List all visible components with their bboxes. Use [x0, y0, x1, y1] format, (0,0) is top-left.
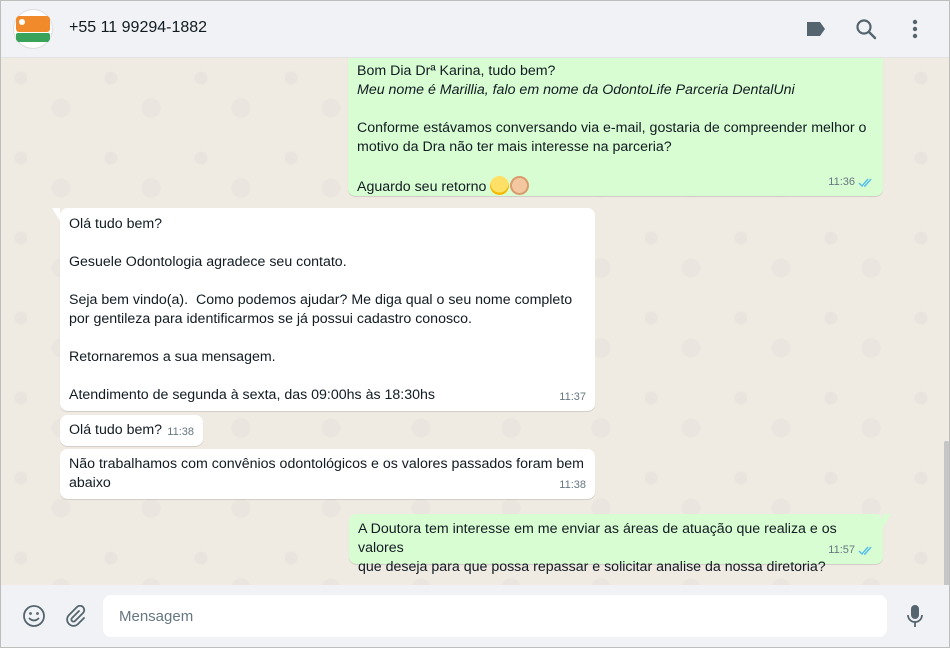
double-check-icon — [858, 178, 872, 188]
message-meta: 11:38 — [167, 423, 194, 442]
message-incoming[interactable]: Olá tudo bem? 11:38 — [60, 415, 203, 446]
attach-icon[interactable] — [61, 602, 89, 630]
message-outgoing[interactable]: Bom Dia Drª Karina, tudo bem? Meu nome é… — [348, 58, 883, 196]
message-meta: 11:38 — [559, 476, 586, 495]
message-text-line-italic: Meu nome é Marillia, falo em nome da Odo… — [357, 82, 795, 98]
message-text: A Doutora tem interesse em me enviar as … — [358, 521, 837, 575]
search-icon[interactable] — [852, 15, 880, 43]
bubble-tail — [883, 514, 891, 527]
message-time: 11:57 — [828, 544, 855, 556]
contact-name[interactable]: +55 11 99294-1882 — [69, 19, 207, 37]
logo-stripe — [16, 33, 50, 42]
whatsapp-window: +55 11 99294-1882 Bom Dia Drª Karina, tu… — [0, 0, 950, 648]
message-time: 11:36 — [828, 176, 855, 188]
logo-mark — [19, 19, 25, 25]
message-input[interactable] — [103, 595, 887, 637]
scrollbar[interactable] — [944, 441, 949, 585]
double-check-icon — [858, 546, 872, 556]
message-meta: 11:37 — [559, 388, 586, 407]
message-outgoing[interactable]: A Doutora tem interesse em me enviar as … — [349, 514, 891, 575]
message-incoming[interactable]: Não trabalhamos com convênios odontológi… — [60, 449, 595, 499]
message-text-line: motivo da Dra não ter mais interesse na … — [357, 139, 672, 155]
composer — [1, 585, 949, 647]
bubble-tail — [52, 208, 60, 221]
microphone-icon[interactable] — [901, 602, 929, 630]
emoji-icon[interactable] — [20, 602, 48, 630]
handshake-emoji-icon — [510, 176, 530, 195]
message-time: 11:37 — [559, 391, 586, 403]
message-text-line-with-emoji: Aguardo seu retorno — [357, 176, 874, 197]
message-time: 11:38 — [167, 426, 194, 438]
message-text-line: Bom Dia Drª Karina, tudo bem? — [357, 63, 556, 79]
message-meta: 11:36 — [828, 173, 874, 192]
chat-header: +55 11 99294-1882 — [1, 1, 949, 58]
message-text: Não trabalhamos com convênios odontológi… — [69, 456, 584, 491]
avatar[interactable] — [13, 9, 53, 49]
message-meta: 11:57 — [828, 541, 874, 560]
message-time: 11:38 — [559, 479, 586, 491]
message-text-line: Conforme estávamos conversando via e-mai… — [357, 120, 867, 136]
more-vertical-icon[interactable] — [901, 15, 929, 43]
tag-icon[interactable] — [802, 15, 830, 43]
message-text: Olá tudo bem? Gesuele Odontologia agrade… — [69, 216, 573, 403]
message-text: Aguardo seu retorno — [357, 179, 487, 195]
message-incoming[interactable]: Olá tudo bem? Gesuele Odontologia agrade… — [52, 208, 595, 411]
message-list[interactable]: Bom Dia Drª Karina, tudo bem? Meu nome é… — [1, 58, 949, 585]
grinning-face-emoji-icon — [490, 176, 510, 195]
